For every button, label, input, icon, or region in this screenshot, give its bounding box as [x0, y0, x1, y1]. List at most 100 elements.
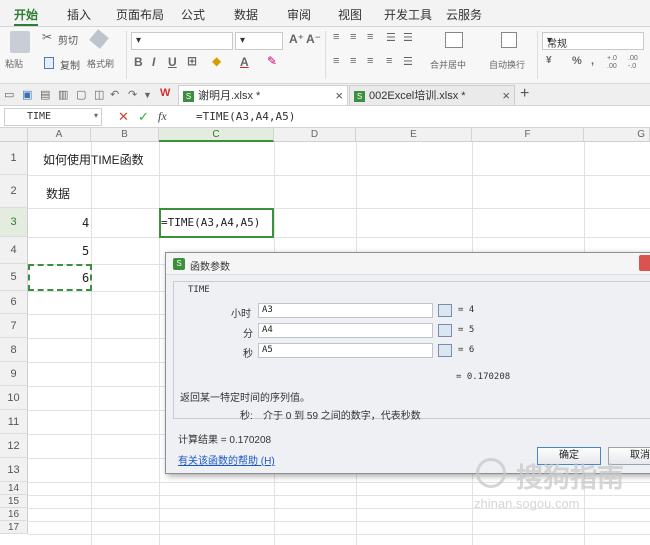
undo-icon[interactable]: ↶ — [110, 88, 119, 101]
redo-icon[interactable]: ↷ — [128, 88, 137, 101]
print-icon[interactable]: ▥ — [58, 88, 68, 101]
row-header-15[interactable]: 15 — [0, 495, 28, 508]
row-header-13[interactable]: 13 — [0, 458, 28, 482]
cell-a4[interactable]: 5 — [82, 244, 89, 258]
menu-data[interactable]: 数据 — [234, 0, 258, 27]
format-painter-icon[interactable] — [89, 29, 109, 49]
copy-label[interactable]: 复制 — [60, 57, 80, 72]
increase-decimal-button[interactable]: +.0 .00 — [607, 55, 623, 71]
tab-document-2[interactable]: S 002Excel培训.xlsx * × — [349, 85, 515, 105]
dialog-title-bar[interactable]: S 函数参数 — [166, 253, 650, 275]
menu-insert[interactable]: 插入 — [67, 0, 91, 27]
align-top-icon[interactable]: ≡ — [333, 31, 339, 43]
dialog-close-button[interactable] — [639, 255, 650, 271]
menu-page-layout[interactable]: 页面布局 — [116, 0, 164, 27]
cell-a3[interactable]: 4 — [82, 216, 89, 230]
row-header-14[interactable]: 14 — [0, 482, 28, 495]
percent-button[interactable]: % — [572, 55, 582, 67]
cell-c3[interactable]: =TIME(A3,A4,A5) — [161, 216, 260, 229]
align-left-icon[interactable]: ≡ — [333, 55, 339, 67]
cell-a2[interactable]: 数据 — [46, 185, 70, 202]
open-folder-icon[interactable]: ▭ — [4, 88, 14, 101]
row-header-10[interactable]: 10 — [0, 386, 28, 410]
menu-cloud[interactable]: 云服务 — [446, 0, 482, 27]
menu-developer[interactable]: 开发工具 — [384, 0, 432, 27]
collapse-dialog-icon[interactable] — [438, 344, 452, 357]
font-name-select[interactable]: ▾ — [131, 32, 233, 50]
wrap-text-icon[interactable] — [501, 32, 517, 48]
align-bottom-icon[interactable]: ≡ — [367, 31, 373, 43]
cell-a5[interactable]: 6 — [82, 271, 89, 285]
tab-document-1[interactable]: S 谢明月.xlsx * × — [178, 85, 348, 105]
underline-button[interactable]: U — [168, 55, 177, 69]
column-header-a[interactable]: A — [28, 128, 91, 142]
row-header-7[interactable]: 7 — [0, 314, 28, 338]
minute-input[interactable]: A4 — [258, 323, 433, 338]
font-size-select[interactable]: ▾ — [235, 32, 283, 50]
function-help-link[interactable]: 有关该函数的帮助 (H) — [178, 452, 275, 467]
scissors-icon[interactable]: ✂ — [42, 30, 52, 44]
menu-review[interactable]: 审阅 — [287, 0, 311, 27]
row-header-8[interactable]: 8 — [0, 338, 28, 362]
row-header-1[interactable]: 1 — [0, 142, 28, 175]
font-color-button[interactable]: A — [240, 55, 249, 69]
border-icon[interactable]: ⊞ — [187, 54, 197, 68]
decrease-decimal-button[interactable]: .00 -.0 — [628, 55, 646, 71]
currency-icon[interactable]: ¥ — [546, 55, 552, 66]
outdent-icon[interactable]: ☰ — [403, 31, 413, 44]
number-format-select[interactable]: 常规 ▾ — [542, 32, 644, 50]
column-header-e[interactable]: E — [356, 128, 472, 142]
menu-formulas[interactable]: 公式 — [181, 0, 205, 27]
distribute-icon[interactable]: ☰ — [403, 55, 413, 68]
wrap-text-label[interactable]: 自动换行 — [489, 58, 525, 71]
align-center-icon[interactable]: ≡ — [350, 55, 356, 67]
italic-button[interactable]: I — [152, 55, 155, 69]
row-header-3[interactable]: 3 — [0, 208, 28, 237]
chevron-down-icon[interactable]: ▼ — [143, 90, 152, 100]
row-header-5[interactable]: 5 — [0, 264, 28, 291]
column-header-c[interactable]: C — [159, 128, 274, 142]
format-painter-label[interactable]: 格式刷 — [87, 57, 114, 70]
column-header-d[interactable]: D — [274, 128, 356, 142]
export-icon[interactable]: ▤ — [40, 88, 50, 101]
column-header-f[interactable]: F — [472, 128, 584, 142]
fill-color-icon[interactable]: ◆ — [212, 54, 221, 68]
align-middle-icon[interactable]: ≡ — [350, 31, 356, 43]
save-icon[interactable]: ▣ — [22, 88, 32, 101]
menu-view[interactable]: 视图 — [338, 0, 362, 27]
column-header-b[interactable]: B — [91, 128, 159, 142]
select-all-corner[interactable] — [0, 128, 28, 142]
row-header-6[interactable]: 6 — [0, 291, 28, 314]
formula-input[interactable]: =TIME(A3,A4,A5) — [196, 110, 295, 123]
close-icon[interactable]: × — [335, 86, 343, 106]
copy-icon[interactable] — [44, 57, 54, 69]
collapse-dialog-icon[interactable] — [438, 324, 452, 337]
column-header-g[interactable]: G — [584, 128, 650, 142]
clear-format-icon[interactable]: ✎ — [267, 54, 277, 68]
merge-center-label[interactable]: 合并居中 — [430, 58, 466, 71]
enter-formula-button[interactable]: ✓ — [138, 109, 149, 125]
align-right-icon[interactable]: ≡ — [367, 55, 373, 67]
insert-function-button[interactable]: fx — [158, 109, 167, 124]
row-header-17[interactable]: 17 — [0, 521, 28, 534]
paste-icon[interactable] — [10, 31, 30, 53]
row-header-4[interactable]: 4 — [0, 237, 28, 264]
row-header-2[interactable]: 2 — [0, 175, 28, 208]
font-grow-button[interactable]: A⁺ — [289, 32, 304, 46]
menu-home[interactable]: 开始 — [14, 0, 39, 26]
comma-button[interactable]: , — [591, 55, 594, 67]
collapse-dialog-icon[interactable] — [438, 304, 452, 317]
merge-center-icon[interactable] — [445, 32, 463, 48]
hour-input[interactable]: A3 — [258, 303, 433, 318]
cell-a1[interactable]: 如何使用TIME函数 — [43, 151, 144, 168]
second-input[interactable]: A5 — [258, 343, 433, 358]
cancel-formula-button[interactable]: ✕ — [118, 109, 129, 125]
justify-icon[interactable]: ≡ — [386, 55, 392, 67]
indent-icon[interactable]: ☰ — [386, 31, 396, 44]
preview-icon[interactable]: ▢ — [76, 88, 86, 101]
row-header-16[interactable]: 16 — [0, 508, 28, 521]
name-box[interactable]: TIME — [4, 108, 102, 126]
paste-label[interactable]: 粘贴 — [5, 57, 23, 70]
font-shrink-button[interactable]: A⁻ — [306, 32, 321, 46]
row-header-9[interactable]: 9 — [0, 362, 28, 386]
